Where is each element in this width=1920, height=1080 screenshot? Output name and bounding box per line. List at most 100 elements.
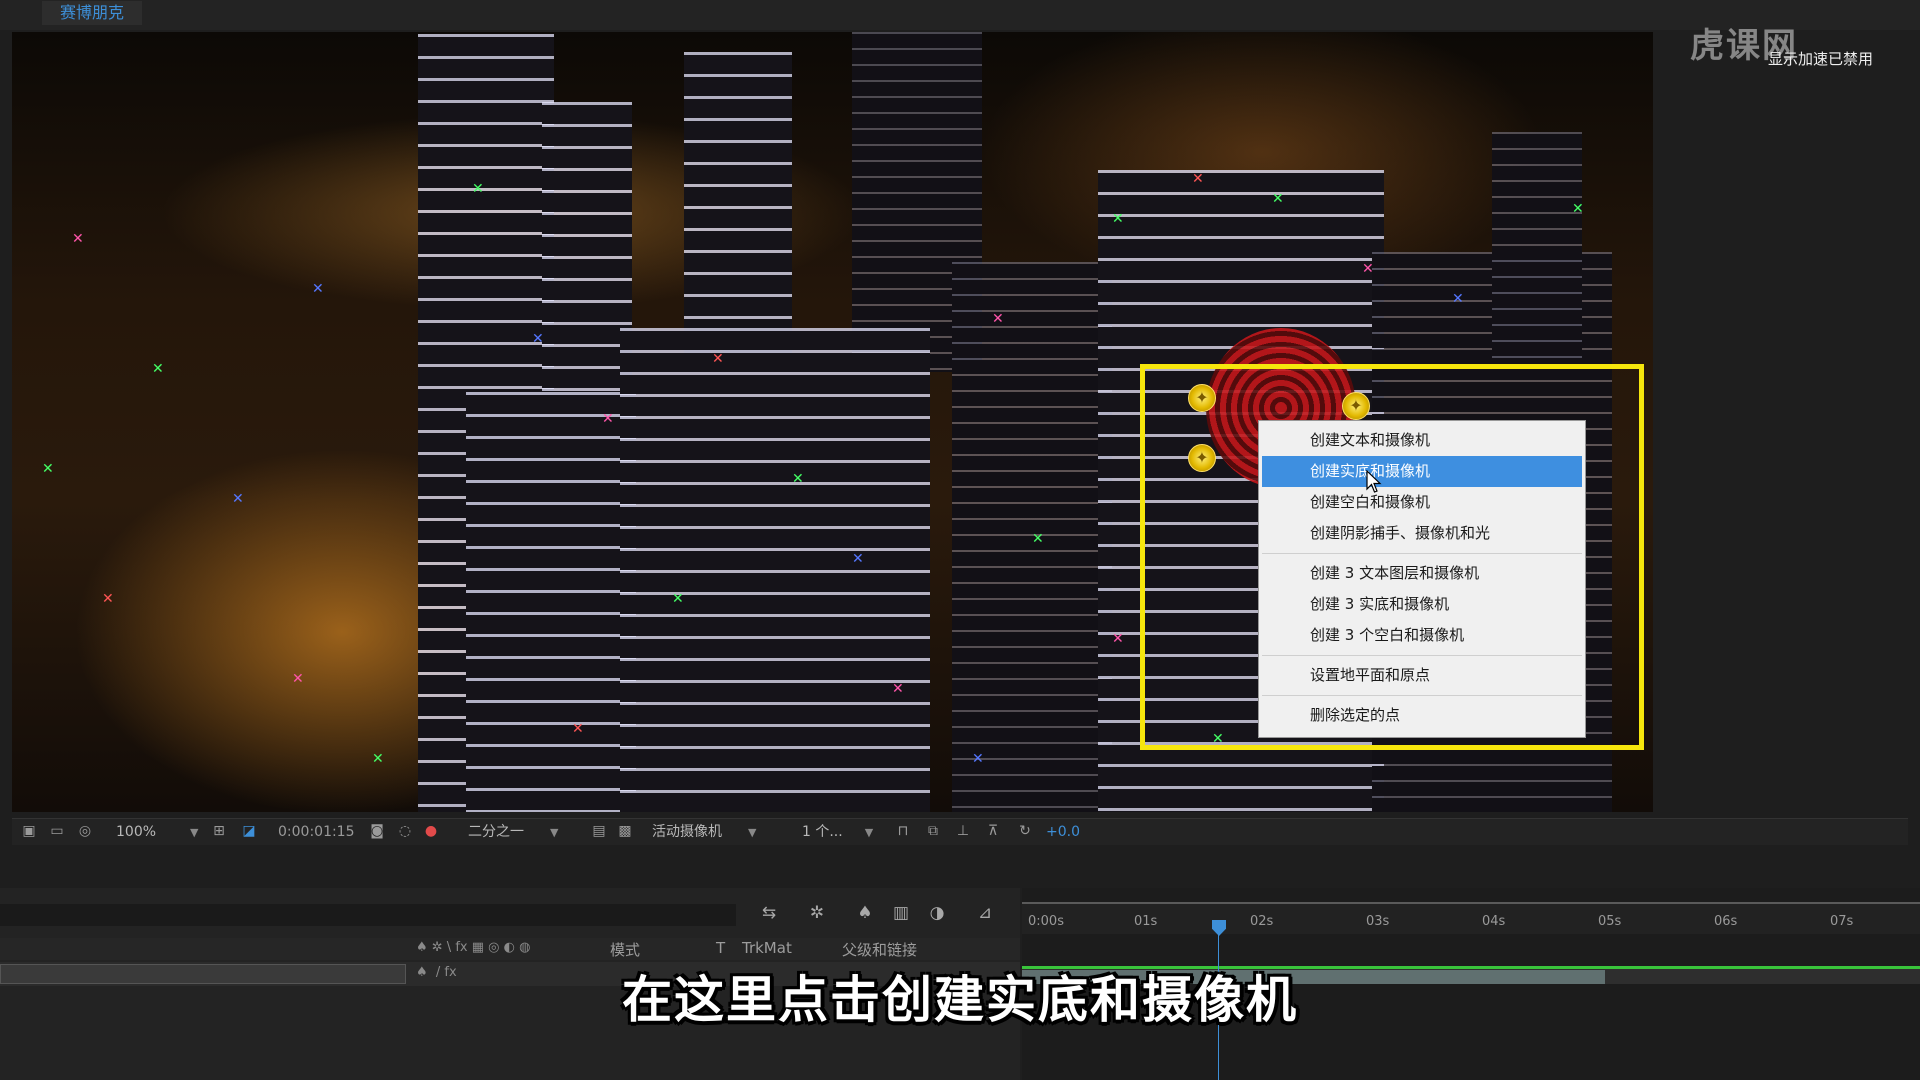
- trkmat-column-header[interactable]: TrkMat: [742, 939, 792, 957]
- view-layout-value: 1 个...: [802, 824, 843, 840]
- track-point-marker: ✕: [472, 181, 484, 197]
- fast-previews-icon[interactable]: ▤: [590, 822, 608, 840]
- track-point-marker: ✕: [102, 591, 114, 607]
- menu-separator: [1262, 553, 1582, 554]
- monitor-icon[interactable]: ▭: [48, 822, 66, 840]
- menu-item-create-3-text-layers-camera[interactable]: 创建 3 文本图层和摄像机: [1262, 558, 1582, 589]
- resolution-grid-icon[interactable]: ⊞: [210, 822, 228, 840]
- chevron-down-icon: ▼: [190, 826, 199, 839]
- track-point-marker: ✕: [1112, 631, 1124, 647]
- track-point-marker: ✕: [532, 331, 544, 347]
- track-point-marker: ✕: [572, 721, 584, 737]
- track-point-marker: ✕: [602, 411, 614, 427]
- track-point-marker: ✕: [892, 681, 904, 697]
- region-of-interest-icon[interactable]: ◪: [240, 822, 258, 840]
- flowchart-icon[interactable]: ⊥: [954, 822, 972, 840]
- motion-blur-icon[interactable]: ◑: [926, 902, 948, 924]
- pixel-aspect-icon[interactable]: ⊓: [894, 822, 912, 840]
- menu-separator: [1262, 695, 1582, 696]
- track-point-marker: ✕: [1032, 531, 1044, 547]
- show-snapshot-icon[interactable]: ◌: [396, 822, 414, 840]
- reset-exposure-icon[interactable]: ↻: [1016, 822, 1034, 840]
- ruler-label: 06s: [1714, 914, 1738, 929]
- ruler-label: 03s: [1366, 914, 1390, 929]
- building: [466, 392, 636, 812]
- track-point-marker: ✕: [312, 281, 324, 297]
- track-point-marker: ✕: [1112, 211, 1124, 227]
- layer-switches-icons: ♠ ✲ \ fx ▦ ◎ ◐ ◍: [416, 940, 531, 955]
- comp-mini-flowchart-icon[interactable]: ⇆: [758, 902, 780, 924]
- track-point-marker: ✕: [72, 231, 84, 247]
- resolution-dropdown[interactable]: 二分之一 ▼: [468, 819, 558, 845]
- building: [620, 328, 930, 812]
- timeline-column-header: ♠ ✲ \ fx ▦ ◎ ◐ ◍ 模式 T TrkMat 父级和链接: [0, 938, 1020, 960]
- track-point-marker: ✕: [1452, 291, 1464, 307]
- menu-item-create-3-solids-camera[interactable]: 创建 3 实底和摄像机: [1262, 589, 1582, 620]
- track-point-marker: ✕: [1362, 261, 1374, 277]
- zoom-value: 100%: [116, 824, 157, 840]
- shy-layers-icon[interactable]: ♠: [854, 902, 876, 924]
- track-point-marker: ✕: [852, 551, 864, 567]
- menu-item-delete-selected-points[interactable]: 删除选定的点: [1262, 700, 1582, 731]
- track-point-marker: ✕: [1272, 191, 1284, 207]
- track-point-marker: ✕: [292, 671, 304, 687]
- frame-blending-icon[interactable]: ▥: [890, 902, 912, 924]
- parent-link-column-header[interactable]: 父级和链接: [842, 939, 917, 960]
- composition-tab-bar: 赛博朋克: [0, 0, 1920, 30]
- trkmat-t-column-header[interactable]: T: [716, 939, 725, 957]
- ruler-label: 05s: [1598, 914, 1622, 929]
- ruler-label: 07s: [1830, 914, 1854, 929]
- menu-item-create-solid-camera[interactable]: 创建实底和摄像机: [1262, 456, 1582, 487]
- menu-item-create-text-camera[interactable]: 创建文本和摄像机: [1262, 425, 1582, 456]
- composition-flowchart-icon[interactable]: ⊼: [984, 822, 1002, 840]
- graph-editor-icon[interactable]: ⊿: [974, 902, 996, 924]
- chevron-down-icon: ▼: [550, 826, 559, 839]
- building: [1492, 132, 1582, 372]
- transparency-grid-icon[interactable]: ▩: [616, 822, 634, 840]
- view-layout-dropdown[interactable]: 1 个... ▼: [802, 819, 873, 845]
- ruler-label: 0:00s: [1028, 914, 1064, 929]
- watermark: 虎课网 显示加速已禁用: [1690, 18, 1910, 68]
- always-preview-icon[interactable]: ▣: [20, 822, 38, 840]
- menu-item-create-shadow-catcher-camera-light[interactable]: 创建阴影捕手、摄像机和光: [1262, 518, 1582, 549]
- context-menu: 创建文本和摄像机 创建实底和摄像机 创建空白和摄像机 创建阴影捕手、摄像机和光 …: [1258, 420, 1586, 738]
- menu-item-set-ground-plane-origin[interactable]: 设置地平面和原点: [1262, 660, 1582, 691]
- menu-separator: [1262, 655, 1582, 656]
- track-point-marker: ✕: [672, 591, 684, 607]
- exposure-value[interactable]: +0.0: [1046, 819, 1080, 845]
- draft-3d-icon[interactable]: ✲: [806, 902, 828, 924]
- chevron-down-icon: ▼: [748, 826, 757, 839]
- timeline-search-input[interactable]: [0, 904, 736, 926]
- timeline-toggle-icon[interactable]: ⧉: [924, 822, 942, 840]
- track-point-marker: ✕: [152, 361, 164, 377]
- zoom-dropdown[interactable]: 100% ▼: [116, 819, 199, 845]
- snapshot-camera-icon[interactable]: ◙: [368, 822, 386, 840]
- camera-view-value: 活动摄像机: [652, 824, 722, 840]
- mode-column-header[interactable]: 模式: [610, 939, 640, 960]
- track-point-marker: ✕: [712, 351, 724, 367]
- building: [684, 52, 792, 372]
- track-point-marker: ✕: [1192, 171, 1204, 187]
- track-point-marker: ✕: [972, 751, 984, 767]
- color-channels-icon[interactable]: ●: [422, 822, 440, 840]
- timecode-display[interactable]: 0:00:01:15: [278, 819, 355, 845]
- ruler-label: 01s: [1134, 914, 1158, 929]
- composition-tab[interactable]: 赛博朋克: [42, 1, 143, 25]
- track-point-marker: ✕: [1572, 201, 1584, 217]
- chevron-down-icon: ▼: [864, 826, 874, 839]
- time-ruler[interactable]: 0:00s 01s 02s 03s 04s 05s 06s 07s: [1022, 902, 1920, 934]
- mask-visibility-icon[interactable]: ◎: [76, 822, 94, 840]
- ruler-label: 04s: [1482, 914, 1506, 929]
- track-point-marker: ✕: [42, 461, 54, 477]
- video-subtitle: 在这里点击创建实底和摄像机: [622, 971, 1298, 1029]
- camera-view-dropdown[interactable]: 活动摄像机 ▼: [652, 819, 756, 845]
- display-acceleration-notice: 显示加速已禁用: [1768, 50, 1874, 68]
- track-point-marker: ✕: [792, 471, 804, 487]
- menu-item-create-3-nulls-camera[interactable]: 创建 3 个空白和摄像机: [1262, 620, 1582, 651]
- resolution-value: 二分之一: [468, 824, 524, 840]
- track-point-marker: ✕: [232, 491, 244, 507]
- viewer-toolbar: ▣ ▭ ◎ 100% ▼ ⊞ ◪ 0:00:01:15 ◙ ◌ ● 二分之一 ▼ ▤…: [12, 818, 1908, 845]
- track-point-marker: ✕: [992, 311, 1004, 327]
- menu-item-create-null-camera[interactable]: 创建空白和摄像机: [1262, 487, 1582, 518]
- mouse-cursor-icon: [1366, 470, 1382, 493]
